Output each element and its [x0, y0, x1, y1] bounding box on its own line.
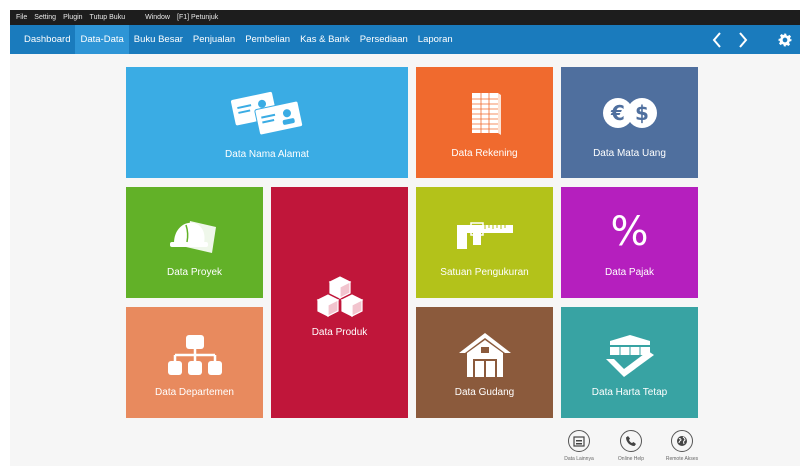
- tile-data-produk[interactable]: Data Produk: [271, 187, 408, 418]
- address-cards-icon: [230, 91, 304, 135]
- tile-data-rekening[interactable]: Data Rekening: [416, 67, 553, 178]
- tile-satuan-pengukuran[interactable]: Satuan Pengukuran: [416, 187, 553, 298]
- menu-plugin[interactable]: Plugin: [63, 14, 82, 21]
- phone-icon: [626, 436, 636, 446]
- remote-akses-circle: [671, 430, 693, 452]
- ledger-icon: [471, 93, 501, 135]
- data-lainnya-label: Data Lainnya: [564, 456, 594, 462]
- org-chart-icon: [167, 335, 222, 375]
- tab-persediaan[interactable]: Persediaan: [355, 25, 413, 54]
- remote-akses-label: Remote Akses: [665, 456, 699, 462]
- menu-setting[interactable]: Setting: [34, 14, 56, 21]
- tab-penjualan[interactable]: Penjualan: [188, 25, 240, 54]
- percent-icon: %: [610, 209, 649, 255]
- tile-data-harta-tetap[interactable]: Data Harta Tetap: [561, 307, 698, 418]
- tile-label: Data Rekening: [451, 148, 518, 159]
- settings-button[interactable]: [770, 25, 800, 54]
- tile-data-gudang[interactable]: Data Gudang: [416, 307, 553, 418]
- data-lainnya-button[interactable]: Data Lainnya: [554, 430, 604, 462]
- caliper-icon: [456, 222, 513, 249]
- online-help-label: Online Help: [617, 456, 645, 462]
- online-help-circle: [620, 430, 642, 452]
- menu-petunjuk[interactable]: [F1] Petunjuk: [177, 14, 218, 21]
- tile-data-mata-uang[interactable]: € $ Data Mata Uang: [561, 67, 698, 178]
- tile-label: Data Nama Alamat: [225, 149, 309, 160]
- folder-icon: [573, 436, 585, 447]
- warehouse-icon: [458, 333, 511, 377]
- tile-label: Data Mata Uang: [593, 148, 666, 159]
- tile-label: Data Departemen: [155, 387, 234, 398]
- main-navbar: Dashboard Data-Data Buku Besar Penjualan…: [10, 25, 800, 54]
- tile-label: Data Pajak: [605, 267, 654, 278]
- tab-buku-besar[interactable]: Buku Besar: [129, 25, 188, 54]
- online-help-button[interactable]: Online Help: [606, 430, 656, 462]
- menu-tutup-buku[interactable]: Tutup Buku: [90, 14, 126, 21]
- svg-text:€: €: [610, 101, 625, 125]
- globe-icon: [677, 436, 687, 446]
- tab-data-data[interactable]: Data-Data: [75, 25, 129, 54]
- gear-icon: [778, 33, 792, 46]
- menu-file[interactable]: File: [16, 14, 27, 21]
- tile-label: Data Proyek: [166, 267, 223, 278]
- remote-akses-button[interactable]: Remote Akses: [657, 430, 707, 462]
- tab-dashboard[interactable]: Dashboard: [19, 25, 75, 54]
- tile-label: Data Harta Tetap: [591, 387, 668, 398]
- tile-data-pajak[interactable]: % Data Pajak: [561, 187, 698, 298]
- boxes-icon: [316, 276, 363, 317]
- currency-icon: € $: [602, 98, 657, 128]
- helmet-icon: [169, 221, 216, 253]
- chevron-right-icon: [739, 31, 748, 48]
- tab-laporan[interactable]: Laporan: [413, 25, 458, 54]
- menu-bar: File Setting Plugin Tutup Buku Window [F…: [10, 10, 800, 25]
- menu-window[interactable]: Window: [145, 14, 170, 21]
- tile-label: Satuan Pengukuran: [440, 267, 529, 278]
- tile-data-proyek[interactable]: Data Proyek: [126, 187, 263, 298]
- forward-button[interactable]: [730, 25, 756, 54]
- tab-kas-bank[interactable]: Kas & Bank: [295, 25, 355, 54]
- asset-check-icon: [605, 335, 654, 377]
- tab-pembelian[interactable]: Pembelian: [240, 25, 295, 54]
- tile-label: Data Produk: [311, 327, 368, 338]
- chevron-left-icon: [712, 31, 721, 48]
- tile-data-nama-alamat[interactable]: Data Nama Alamat: [126, 67, 408, 178]
- svg-text:$: $: [635, 101, 649, 125]
- tile-label: Data Gudang: [454, 387, 515, 398]
- back-button[interactable]: [704, 25, 730, 54]
- data-lainnya-circle: [568, 430, 590, 452]
- tile-data-departemen[interactable]: Data Departemen: [126, 307, 263, 418]
